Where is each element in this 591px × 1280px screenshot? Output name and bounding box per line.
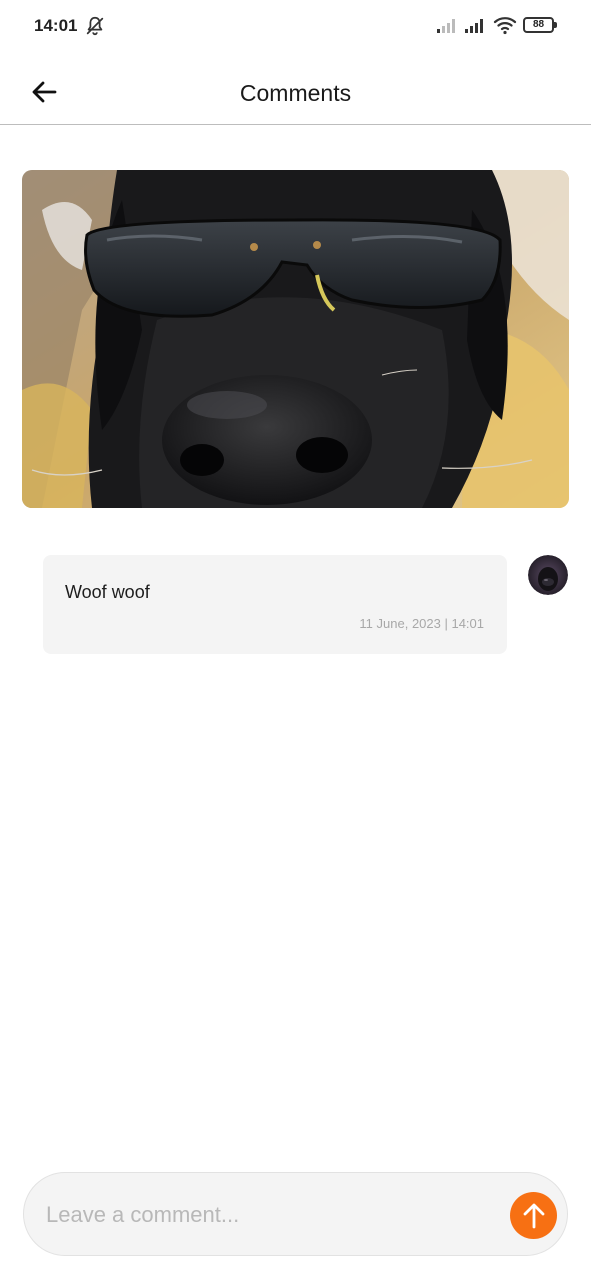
wifi-icon [493, 17, 517, 35]
status-bar: 14:01 88 [0, 0, 591, 52]
avatar[interactable] [528, 555, 568, 595]
signal-icon [465, 19, 483, 33]
comment-timestamp: 11 June, 2023 | 14:01 [359, 616, 484, 631]
arrow-up-icon [523, 1203, 544, 1228]
comment-composer [23, 1172, 568, 1256]
notifications-muted-icon [86, 16, 104, 36]
page-title: Comments [239, 80, 352, 106]
battery-level: 88 [523, 17, 554, 33]
comment-input[interactable] [46, 1193, 486, 1237]
comment-bubble: Woof woof 11 June, 2023 | 14:01 [43, 555, 507, 654]
battery-icon: 88 [523, 17, 557, 33]
send-button[interactable] [510, 1192, 557, 1239]
app-bar: Comments [0, 52, 591, 125]
comment-text: Woof woof [65, 582, 150, 602]
status-time: 14:01 [34, 16, 78, 35]
post-image [22, 170, 569, 508]
signal-icon [437, 19, 455, 33]
